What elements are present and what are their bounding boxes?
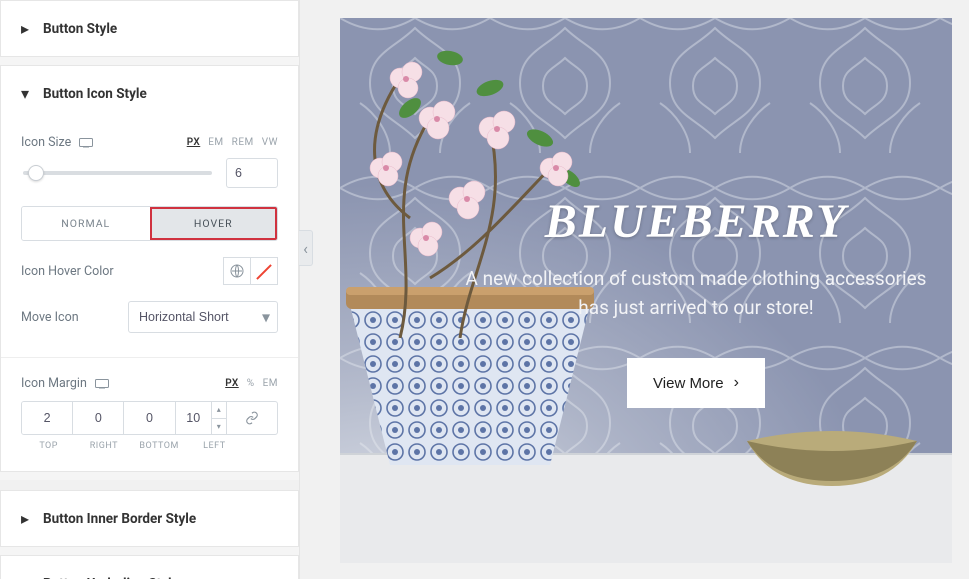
section-button-style: ▸ Button Style — [0, 0, 299, 57]
margin-right-input[interactable] — [73, 402, 123, 434]
section-title: Button Underline Style — [43, 576, 179, 579]
color-picker-button[interactable] — [250, 257, 278, 285]
hero-subtitle: A new collection of custom made clothing… — [460, 265, 932, 322]
hero-widget: BLUEBERRY A new collection of custom mad… — [340, 18, 952, 563]
margin-label-left: LEFT — [187, 441, 242, 451]
cta-label: View More — [653, 375, 724, 392]
caret-right-icon: ▸ — [21, 19, 31, 38]
caret-down-icon: ▾ — [21, 84, 31, 103]
caret-right-icon: ▸ — [21, 509, 31, 528]
section-toggle-underline[interactable]: ▸ Button Underline Style — [1, 556, 298, 579]
global-color-button[interactable] — [223, 257, 251, 285]
move-icon-select[interactable]: Horizontal Short — [128, 301, 278, 333]
unit-em[interactable]: EM — [208, 137, 223, 148]
unit-px[interactable]: PX — [225, 378, 239, 389]
icon-margin-label: Icon Margin — [21, 376, 87, 391]
hero-title: BLUEBERRY — [460, 194, 932, 249]
unit-switcher: PX EM REM VW — [187, 137, 278, 148]
icon-size-input[interactable] — [226, 158, 278, 188]
unit-rem[interactable]: REM — [232, 137, 254, 148]
icon-size-slider[interactable] — [23, 171, 212, 175]
chevron-right-icon: › — [734, 374, 739, 392]
state-tabs: NORMAL HOVER — [21, 206, 278, 241]
margin-top-input[interactable] — [22, 402, 72, 434]
margin-left-input[interactable] — [176, 402, 211, 434]
margin-left-up[interactable]: ▴ — [212, 402, 226, 418]
margin-bottom-input[interactable] — [124, 402, 174, 434]
brass-bowl — [742, 431, 922, 491]
unit-switcher-margin: PX % EM — [225, 378, 278, 389]
hover-color-label: Icon Hover Color — [21, 264, 114, 279]
tab-hover[interactable]: HOVER — [150, 207, 278, 240]
link-values-toggle[interactable] — [227, 402, 277, 434]
section-title: Button Inner Border Style — [43, 511, 196, 527]
section-toggle-inner-border[interactable]: ▸ Button Inner Border Style — [1, 491, 298, 546]
responsive-device-icon[interactable] — [95, 374, 109, 393]
icon-size-label: Icon Size — [21, 135, 71, 150]
settings-sidebar: ▸ Button Style ▾ Button Icon Style Icon … — [0, 0, 300, 579]
responsive-device-icon[interactable] — [79, 133, 93, 152]
section-button-underline-style: ▸ Button Underline Style — [0, 555, 299, 579]
margin-label-top: TOP — [21, 441, 76, 451]
view-more-button[interactable]: View More › — [627, 358, 765, 408]
move-icon-label: Move Icon — [21, 310, 79, 325]
unit-px[interactable]: PX — [187, 137, 201, 148]
unit-pct[interactable]: % — [247, 378, 255, 389]
section-toggle-button-icon-style[interactable]: ▾ Button Icon Style — [1, 66, 298, 121]
section-button-inner-border-style: ▸ Button Inner Border Style — [0, 490, 299, 547]
section-button-icon-style: ▾ Button Icon Style Icon Size PX EM REM — [0, 65, 299, 472]
section-title: Button Icon Style — [43, 86, 147, 102]
tab-normal[interactable]: NORMAL — [22, 207, 150, 240]
unit-em[interactable]: EM — [263, 378, 278, 389]
margin-label-right: RIGHT — [76, 441, 131, 451]
icon-margin-inputs: ▴ ▾ — [21, 401, 278, 435]
section-title: Button Style — [43, 21, 117, 37]
preview-canvas: BLUEBERRY A new collection of custom mad… — [300, 0, 969, 579]
caret-right-icon: ▸ — [21, 574, 31, 579]
margin-left-down[interactable]: ▾ — [212, 418, 226, 435]
unit-vw[interactable]: VW — [262, 137, 278, 148]
margin-label-bottom: BOTTOM — [132, 441, 187, 451]
section-toggle-button-style[interactable]: ▸ Button Style — [1, 1, 298, 56]
